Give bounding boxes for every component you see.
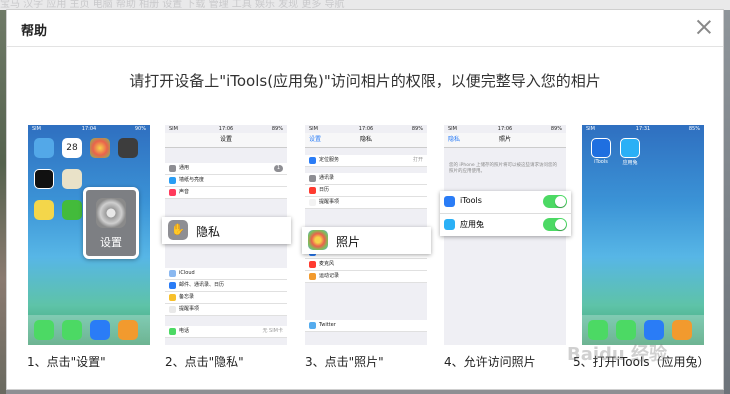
calendar-icon: 28	[62, 138, 82, 158]
settings-gear-icon	[96, 198, 126, 228]
itools-app-icon	[591, 138, 611, 158]
messages-icon	[34, 320, 54, 340]
clock-icon	[34, 169, 54, 189]
step2-popup-label: 隐私	[196, 225, 221, 239]
phone-icon	[616, 320, 636, 340]
baidu-watermark: Baidu 经验	[567, 344, 668, 365]
step2-navbar: 设置	[165, 133, 287, 148]
weather-icon	[34, 138, 54, 158]
itools-permission-row: iTools	[440, 191, 571, 214]
yingyongtu-app-icon	[620, 138, 640, 158]
help-dialog: 帮助 请打开设备上"iTools(应用兔)"访问相片的权限，以便完整导入您的相片…	[6, 9, 724, 390]
dialog-title: 帮助	[21, 24, 48, 39]
step4-note: 您的 iPhone 上储存的照片将可以被这些请求访问您的照片的应用使用。	[449, 163, 558, 174]
step3-caption: 3、点击"照片"	[305, 355, 384, 369]
safari-icon	[90, 320, 110, 340]
privacy-highlight: ✋ 隐私	[162, 217, 291, 244]
step1-popup-label: 设置	[100, 236, 122, 249]
step4-caption: 4、允许访问照片	[444, 355, 536, 369]
yingyongtu-app-label: 应用兔	[622, 160, 638, 166]
calculator-icon	[118, 320, 138, 340]
phone-icon	[62, 320, 82, 340]
notes-icon	[34, 200, 54, 220]
messages-icon	[588, 320, 608, 340]
background-photo-right	[724, 10, 730, 394]
yingyongtu-app-icon	[444, 219, 455, 230]
yingyongtu-permission-row: 应用兔	[440, 214, 571, 236]
dialog-titlebar: 帮助	[7, 10, 723, 47]
photos-icon	[90, 138, 110, 158]
settings-app-highlight: 设置	[83, 187, 139, 259]
instruction-text: 请打开设备上"iTools(应用兔)"访问相片的权限，以便完整导入您的相片	[129, 72, 601, 90]
safari-icon	[644, 320, 664, 340]
yingyongtu-label: 应用兔	[460, 220, 484, 229]
step3-navbar: 设置 隐私	[305, 133, 427, 148]
itools-app-label: iTools	[594, 159, 608, 165]
photos-highlight: 照片	[302, 227, 431, 254]
photos-icon	[308, 230, 328, 250]
step5-screenshot: SIM 17:31 85% iTools 应用兔	[582, 125, 704, 345]
calculator-icon	[672, 320, 692, 340]
step1-screenshot: SIM 17:04 90% 28 设置	[28, 125, 150, 345]
yingyongtu-photo-toggle[interactable]	[543, 218, 567, 231]
close-icon[interactable]	[695, 18, 713, 36]
wechat-icon	[62, 200, 82, 220]
step4-navbar: 隐私 照片	[444, 133, 566, 148]
step1-caption: 1、点击"设置"	[27, 355, 106, 369]
itools-app-icon	[444, 196, 455, 207]
step2-caption: 2、点击"隐私"	[165, 355, 244, 369]
itools-photo-toggle[interactable]	[543, 195, 567, 208]
camera-icon	[118, 138, 138, 158]
hand-icon: ✋	[168, 220, 188, 240]
step3-popup-label: 照片	[336, 235, 361, 249]
maps-icon	[62, 169, 82, 189]
itools-label: iTools	[460, 196, 482, 205]
photo-permission-list: iTools 应用兔	[440, 191, 571, 236]
